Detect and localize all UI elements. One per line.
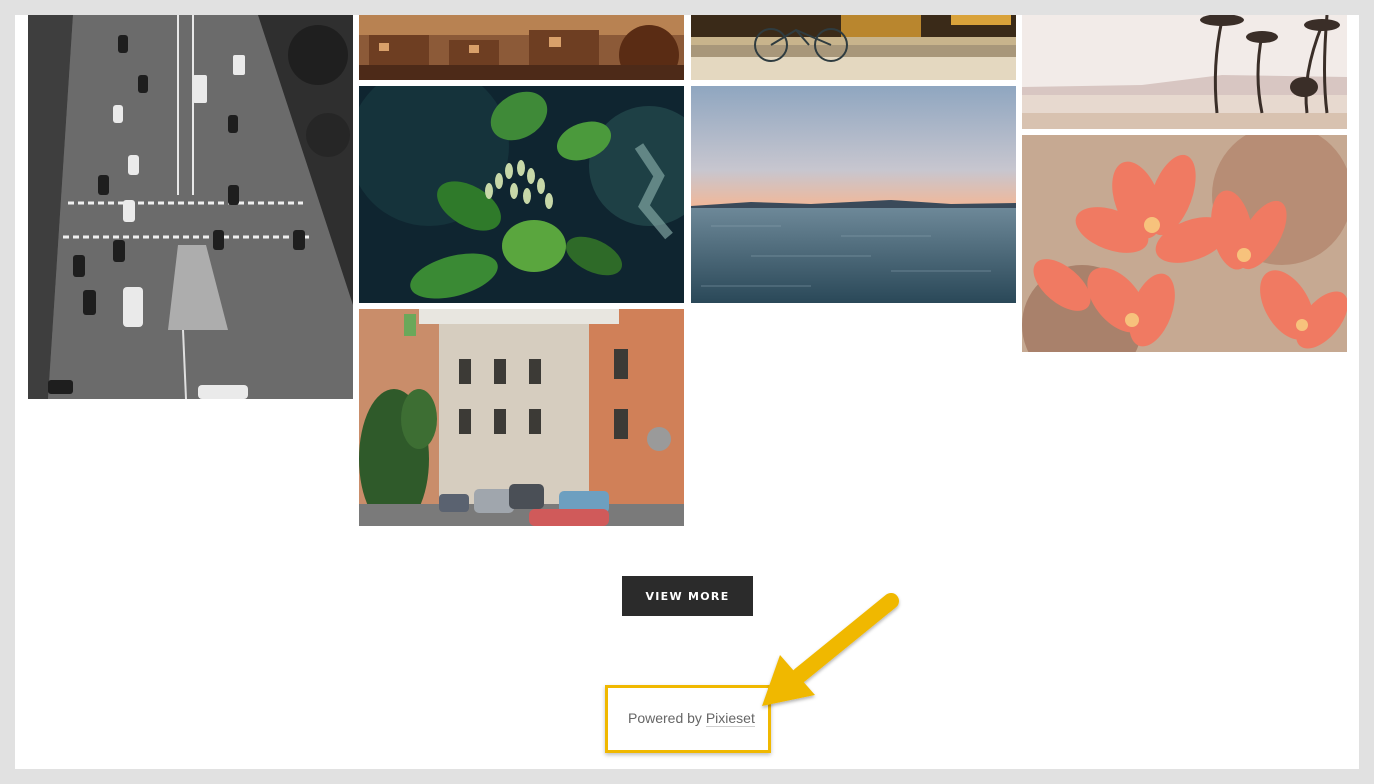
photo-italian-street[interactable] xyxy=(359,309,684,526)
photo-bicycle-street[interactable] xyxy=(691,15,1016,80)
view-more-button[interactable]: VIEW MORE xyxy=(622,576,753,616)
annotation-highlight-box xyxy=(605,685,771,753)
photo-sea-dusk[interactable] xyxy=(691,86,1016,303)
gallery-page: VIEW MORE Powered by Pixieset xyxy=(15,15,1359,769)
photo-palm-beach[interactable] xyxy=(1022,15,1347,129)
photo-aerial-street[interactable] xyxy=(28,15,353,399)
photo-coral-flowers[interactable] xyxy=(1022,135,1347,352)
photo-green-leaves[interactable] xyxy=(359,86,684,303)
photo-town-rooftops[interactable] xyxy=(359,15,684,80)
